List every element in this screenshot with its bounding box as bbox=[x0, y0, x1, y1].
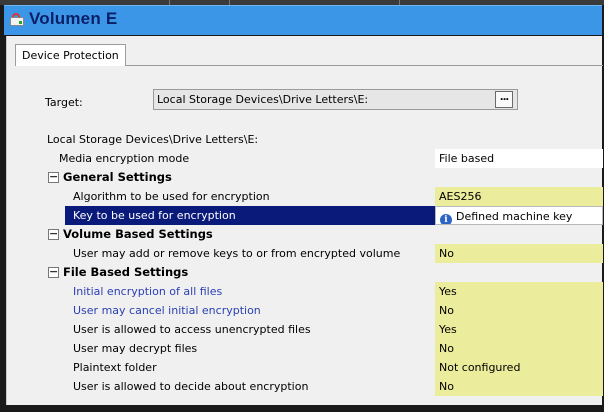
section-file-based-settings[interactable]: − File Based Settings bbox=[45, 263, 603, 282]
setting-name: User may decrypt files bbox=[73, 342, 198, 355]
section-title: File Based Settings bbox=[63, 265, 189, 279]
settings-path-label: Local Storage Devices\Drive Letters\E: bbox=[47, 133, 259, 146]
setting-value[interactable]: No bbox=[435, 244, 603, 263]
settings-grid: Media encryption mode File based − Gener… bbox=[45, 149, 603, 396]
section-volume-based-settings[interactable]: − Volume Based Settings bbox=[45, 225, 603, 244]
setting-name: Initial encryption of all files bbox=[73, 285, 223, 298]
grid-row-plaintext-folder[interactable]: Plaintext folder Not configured bbox=[45, 358, 603, 377]
grid-row-decrypt-files[interactable]: User may decrypt files No bbox=[45, 339, 603, 358]
collapse-icon[interactable]: − bbox=[48, 228, 59, 240]
grid-row-media-encryption-mode[interactable]: Media encryption mode File based bbox=[45, 149, 603, 168]
setting-value[interactable]: No bbox=[435, 301, 603, 320]
setting-value[interactable]: File based bbox=[435, 149, 603, 168]
collapse-icon[interactable]: − bbox=[48, 266, 59, 278]
section-title: General Settings bbox=[63, 170, 172, 184]
window-title: Volumen E bbox=[29, 9, 118, 28]
setting-name: Plaintext folder bbox=[73, 361, 157, 374]
setting-name: User may cancel initial encryption bbox=[73, 304, 261, 317]
drive-lock-icon bbox=[9, 12, 25, 28]
setting-value-cell[interactable]: i Defined machine key bbox=[435, 206, 603, 225]
bottom-border bbox=[0, 405, 604, 412]
grid-row-initial-encryption[interactable]: Initial encryption of all files Yes bbox=[45, 282, 603, 301]
setting-name: Algorithm to be used for encryption bbox=[73, 190, 270, 203]
browse-button[interactable]: ... bbox=[495, 91, 513, 108]
section-general-settings[interactable]: − General Settings bbox=[45, 168, 603, 187]
grid-row-algorithm[interactable]: Algorithm to be used for encryption AES2… bbox=[45, 187, 603, 206]
grid-row-add-remove-keys[interactable]: User may add or remove keys to or from e… bbox=[45, 244, 603, 263]
setting-value: Defined machine key bbox=[456, 210, 573, 223]
setting-name: User is allowed to access unencrypted fi… bbox=[73, 323, 311, 336]
setting-value[interactable]: Yes bbox=[435, 320, 603, 339]
properties-panel: Device Protection Target: Local Storage … bbox=[6, 36, 603, 405]
setting-value[interactable]: No bbox=[435, 377, 603, 396]
grid-row-decide-encryption[interactable]: User is allowed to decide about encrypti… bbox=[45, 377, 603, 396]
collapse-icon[interactable]: − bbox=[48, 171, 59, 183]
setting-value[interactable]: No bbox=[435, 339, 603, 358]
setting-name: Key to be used for encryption bbox=[65, 206, 435, 225]
setting-name: User may add or remove keys to or from e… bbox=[73, 247, 401, 260]
section-title: Volume Based Settings bbox=[63, 227, 213, 241]
setting-value[interactable]: Not configured bbox=[435, 358, 603, 377]
setting-name: User is allowed to decide about encrypti… bbox=[73, 380, 309, 393]
target-label: Target: bbox=[45, 96, 83, 109]
setting-name: Media encryption mode bbox=[59, 152, 190, 165]
grid-row-encryption-key[interactable]: Key to be used for encryption i Defined m… bbox=[45, 206, 603, 225]
info-icon: i bbox=[440, 214, 452, 224]
setting-value[interactable]: AES256 bbox=[435, 187, 603, 206]
setting-value[interactable]: Yes bbox=[435, 282, 603, 301]
grid-row-cancel-initial-encryption[interactable]: User may cancel initial encryption No bbox=[45, 301, 603, 320]
tab-device-protection[interactable]: Device Protection bbox=[15, 44, 126, 66]
target-field[interactable]: Local Storage Devices\Drive Letters\E: bbox=[153, 89, 518, 110]
grid-row-access-unencrypted[interactable]: User is allowed to access unencrypted fi… bbox=[45, 320, 603, 339]
window-header: Volumen E bbox=[4, 5, 602, 35]
